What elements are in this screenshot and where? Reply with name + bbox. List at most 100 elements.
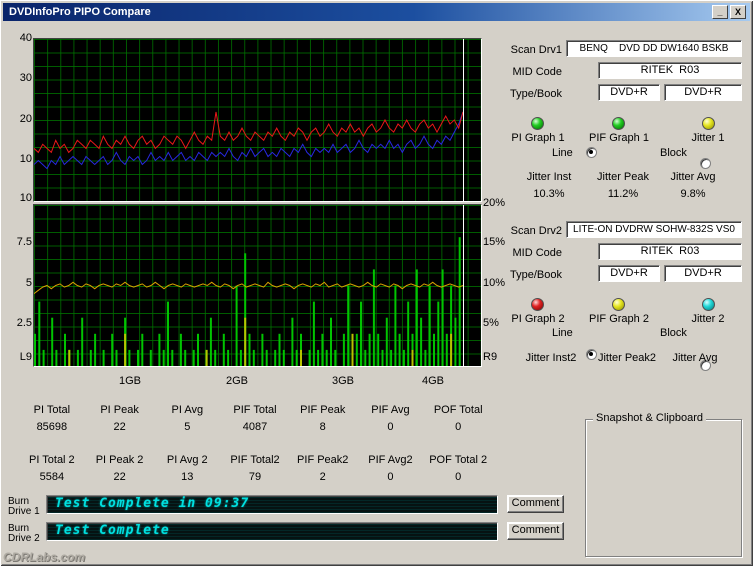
stat-label: POF Total (433, 404, 483, 416)
title-bar[interactable]: DVDInfoPro PIPO Compare _ X (3, 3, 750, 21)
burn2-label-line2: Drive 2 (8, 533, 40, 544)
pif-graph2-led-icon (612, 298, 625, 311)
type-book2-label: Type/Book (510, 269, 562, 281)
type-book1-label: Type/Book (510, 88, 562, 100)
stat-label: PI Avg 2 (166, 454, 208, 466)
y-axis-label: 20 (19, 113, 32, 125)
stat-label: PIF Avg (371, 404, 410, 416)
y-axis-label: 40 (19, 32, 32, 44)
stat-value: 13 (181, 471, 194, 483)
stat-value: 22 (113, 421, 126, 433)
stat-label: PIF Avg2 (368, 454, 413, 466)
minimize-button[interactable]: _ (712, 5, 728, 19)
scan-drv1-label: Scan Drv1 (510, 44, 562, 56)
block2-label: Block (660, 327, 687, 339)
jitter-inst2-label: Jitter Inst2 (525, 352, 577, 364)
y-axis-label: 10 (19, 153, 32, 165)
pi-graph1-label: PI Graph 1 (511, 132, 565, 144)
cdrlabs-watermark: CDRLabs.com (3, 550, 86, 564)
line1-label: Line (552, 147, 573, 159)
jitter-peak2-label: Jitter Peak2 (597, 352, 657, 364)
pif-graph1-label: PIF Graph 1 (589, 132, 649, 144)
jitter-avg1-value: 9.8% (680, 188, 706, 200)
axis-corner-label-right: R9 (483, 351, 498, 363)
jitter-avg1-label: Jitter Avg (670, 171, 716, 183)
pi-graph2-label: PI Graph 2 (511, 313, 565, 325)
snapshot-clipboard-label: Snapshot & Clipboard (593, 412, 707, 424)
burn2-comment-button[interactable]: Comment (507, 522, 564, 540)
stat-label: PI Total 2 (29, 454, 75, 466)
type-book2-value1: DVD+R (598, 265, 660, 282)
stat-value: 0 (455, 471, 462, 483)
pi-traces (34, 111, 464, 170)
line1-radio[interactable] (586, 147, 597, 158)
jitter-peak1-value: 11.2% (607, 188, 639, 200)
burn1-label-line2: Drive 1 (8, 506, 40, 517)
pi-graph1-led-icon (531, 117, 544, 130)
stat-label: PI Peak (100, 404, 139, 416)
x-axis-label: 1GB (118, 375, 141, 387)
stats-row2-values: 5584 22 13 79 2 0 0 (18, 471, 492, 483)
x-axis-label: 4GB (421, 375, 444, 387)
stat-label: PI Peak 2 (95, 454, 144, 466)
chart-cursor-line[interactable] (463, 39, 464, 201)
stats-row2-labels: PI Total 2 PI Peak 2 PI Avg 2 PIF Total2… (18, 454, 492, 466)
chart-cursor-line[interactable] (463, 205, 464, 366)
snapshot-clipboard-groupbox: Snapshot & Clipboard (585, 412, 742, 557)
jitter-peak1-label: Jitter Peak (597, 171, 649, 183)
pif-jitter-chart[interactable] (33, 204, 482, 367)
pif-jitter-traces (34, 237, 464, 366)
type-book1-value1: DVD+R (598, 84, 660, 101)
stat-value: 4087 (242, 421, 268, 433)
pif-graph2-label: PIF Graph 2 (589, 313, 649, 325)
stat-value: 22 (113, 471, 126, 483)
burn1-comment-button[interactable]: Comment (507, 495, 564, 513)
y-axis-label: 2.5 (16, 317, 32, 329)
stat-value: 5584 (39, 471, 65, 483)
dvdinfopro-window: { "window": { "title": "DVDInfoPro PIPO … (0, 0, 753, 566)
jitter2-led-icon (702, 298, 715, 311)
mid-code2-value: RITEK R03 (598, 243, 742, 260)
stats-row1-values: 85698 22 5 4087 8 0 0 (18, 421, 492, 433)
stat-value: 5 (184, 421, 191, 433)
stat-value: 79 (248, 471, 262, 483)
window-title: DVDInfoPro PIPO Compare (9, 6, 151, 18)
y-axis-label: 5 (25, 277, 32, 289)
mid-code1-label: MID Code (512, 66, 562, 78)
scan-drv1-value: BENQ DVD DD DW1640 BSKB (566, 40, 742, 57)
block1-radio[interactable] (700, 158, 711, 169)
stat-label: PI Total (33, 404, 71, 416)
stat-label: PIF Peak (300, 404, 346, 416)
block1-label: Block (660, 147, 687, 159)
jitter2-label: Jitter 2 (691, 313, 725, 325)
stat-value: 8 (319, 421, 326, 433)
burn2-status-display: Test Complete (46, 522, 498, 541)
stat-label: PIF Peak2 (297, 454, 349, 466)
stat-label: POF Total 2 (429, 454, 488, 466)
axis-corner-label-left: L9 (19, 351, 32, 363)
pi-compare-chart[interactable] (33, 38, 482, 202)
stat-label: PI Avg (171, 404, 204, 416)
close-button[interactable]: X (730, 5, 746, 19)
stats-row1-labels: PI Total PI Peak PI Avg PIF Total PIF Pe… (18, 404, 492, 416)
type-book1-value2: DVD+R (664, 84, 742, 101)
scan-drv2-value: LITE-ON DVDRW SOHW-832S VS0 (566, 221, 742, 238)
burn1-status-display: Test Complete in 09:37 (46, 495, 498, 514)
jitter-inst1-value: 10.3% (533, 188, 565, 200)
jitter1-led-icon (702, 117, 715, 130)
jitter-inst1-label: Jitter Inst (526, 171, 572, 183)
x-axis-label: 2GB (225, 375, 248, 387)
stat-value: 0 (455, 421, 462, 433)
mid-code1-value: RITEK R03 (598, 62, 742, 79)
y-axis-label: 30 (19, 72, 32, 84)
line2-label: Line (552, 327, 573, 339)
type-book2-value2: DVD+R (664, 265, 742, 282)
x-axis-label: 3GB (331, 375, 354, 387)
stat-value: 0 (387, 421, 394, 433)
pi-graph2-led-icon (531, 298, 544, 311)
stat-label: PIF Total (233, 404, 277, 416)
stat-value: 0 (387, 471, 394, 483)
y-axis-label: 7.5 (16, 236, 32, 248)
scan-drv2-label: Scan Drv2 (510, 225, 562, 237)
mid-code2-label: MID Code (512, 247, 562, 259)
